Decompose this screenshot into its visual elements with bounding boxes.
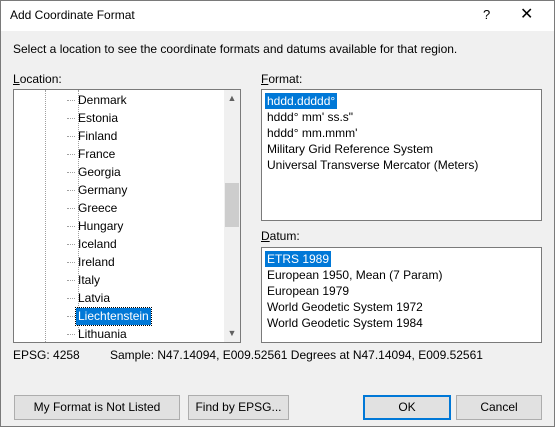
format-list[interactable]: hddd.ddddd° hddd° mm' ss.s" hddd° mm.mmm… [261, 89, 542, 221]
my-format-not-listed-button[interactable]: My Format is Not Listed [14, 395, 180, 420]
location-label: Location: [13, 72, 62, 86]
location-item[interactable]: Georgia [67, 164, 123, 181]
location-item[interactable]: Latvia [66, 290, 112, 307]
scroll-up-icon[interactable]: ▲ [224, 90, 240, 107]
format-item[interactable]: Military Grid Reference System [265, 141, 435, 157]
datum-item[interactable]: World Geodetic System 1972 [265, 299, 425, 315]
location-item[interactable]: Estonia [66, 110, 120, 127]
dialog-title: Add Coordinate Format [10, 8, 135, 22]
location-item[interactable]: Lithuania [67, 326, 129, 342]
scroll-thumb[interactable] [225, 183, 239, 227]
location-item[interactable]: Iceland [67, 236, 119, 253]
datum-label: Datum: [261, 229, 300, 243]
tree-guide-line [45, 90, 46, 342]
location-item[interactable]: Italy [66, 272, 102, 289]
location-tree[interactable]: Denmark Estonia Finland France Georgia G… [13, 89, 241, 343]
datum-item[interactable]: European 1979 [265, 283, 351, 299]
instruction-text: Select a location to see the coordinate … [13, 42, 458, 56]
scroll-down-icon[interactable]: ▼ [224, 325, 240, 342]
location-item[interactable]: Hungary [66, 218, 125, 235]
datum-label-rest: atum: [269, 229, 300, 243]
datum-item[interactable]: World Geodetic System 1984 [265, 315, 425, 331]
location-item[interactable]: Ireland [67, 254, 117, 271]
location-item[interactable]: Greece [66, 200, 119, 217]
datum-list[interactable]: ETRS 1989 European 1950, Mean (7 Param) … [261, 247, 542, 343]
find-by-epsg-button[interactable]: Find by EPSG... [188, 395, 289, 420]
location-tree-items: Denmark Estonia Finland France Georgia G… [14, 90, 224, 342]
sample-coordinate: Sample: N47.14094, E009.52561 Degrees at… [110, 348, 483, 362]
location-scrollbar[interactable]: ▲ ▼ [224, 90, 240, 342]
help-icon[interactable]: ? [483, 7, 490, 22]
format-label-rest: ormat: [268, 72, 303, 86]
location-item[interactable]: Finland [66, 128, 119, 145]
location-item-selected[interactable]: Liechtenstein [67, 307, 152, 326]
location-item[interactable]: France [66, 146, 117, 163]
title-bar: Add Coordinate Format ? ✕ [1, 1, 554, 31]
location-item[interactable]: Denmark [67, 92, 129, 109]
epsg-code: EPSG: 4258 [13, 348, 80, 362]
location-item[interactable]: Germany [66, 182, 129, 199]
datum-item-selected[interactable]: ETRS 1989 [265, 251, 332, 267]
format-item[interactable]: hddd° mm.mmm' [265, 125, 359, 141]
location-label-rest: ocation: [19, 72, 62, 86]
format-item[interactable]: hddd° mm' ss.s" [265, 109, 355, 125]
datum-label-accel: D [261, 229, 270, 243]
close-icon[interactable]: ✕ [520, 4, 533, 24]
ok-button[interactable]: OK [363, 395, 451, 420]
datum-item[interactable]: European 1950, Mean (7 Param) [265, 267, 444, 283]
format-item[interactable]: Universal Transverse Mercator (Meters) [265, 157, 480, 173]
add-coordinate-format-dialog: Add Coordinate Format ? ✕ Select a locat… [0, 0, 555, 427]
location-label-accel: L [13, 72, 20, 86]
cancel-button[interactable]: Cancel [456, 395, 542, 420]
format-item-selected[interactable]: hddd.ddddd° [265, 93, 338, 109]
format-label: Format: [261, 72, 302, 86]
